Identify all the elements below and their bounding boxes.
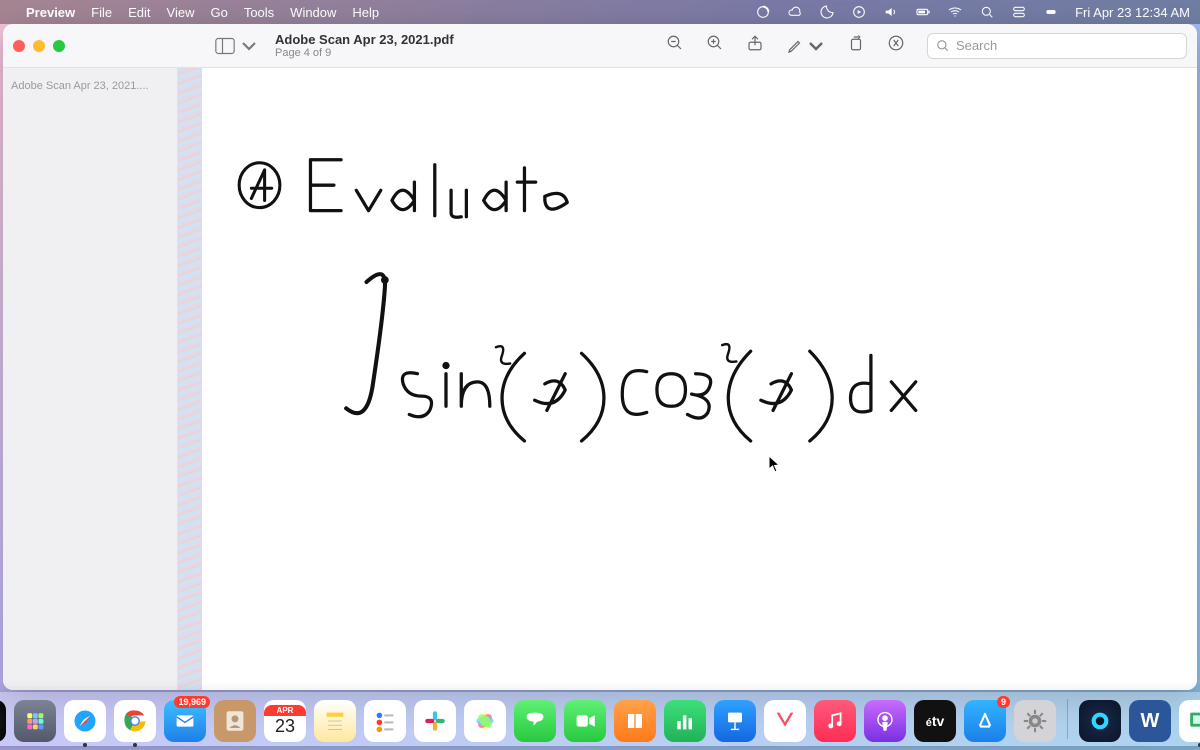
mouse-cursor [768, 455, 782, 473]
zoom-in-button[interactable] [706, 34, 724, 57]
dock-siri[interactable] [0, 700, 6, 742]
handwritten-content [178, 68, 1197, 690]
spotlight-icon[interactable] [979, 4, 995, 20]
dock-appstore[interactable]: 9 [964, 700, 1006, 742]
appstore-badge: 9 [997, 696, 1010, 708]
markup-button[interactable] [786, 37, 825, 55]
menu-help[interactable]: Help [352, 5, 379, 20]
volume-icon[interactable] [883, 4, 899, 20]
page-thumbnail[interactable]: Adobe Scan Apr 23, 2021.... [11, 80, 169, 92]
dock-recent-1[interactable] [1079, 700, 1121, 742]
dock-messages[interactable] [514, 700, 556, 742]
cloud-status-icon[interactable] [787, 4, 803, 20]
dock-reminders[interactable] [364, 700, 406, 742]
dock-mail[interactable]: 19,969 [164, 700, 206, 742]
zoom-button[interactable] [53, 40, 65, 52]
sidebar-view-button[interactable] [215, 37, 259, 55]
dock-contacts[interactable] [214, 700, 256, 742]
loading-status-icon[interactable] [755, 4, 771, 20]
menu-file[interactable]: File [91, 5, 112, 20]
search-placeholder: Search [956, 38, 997, 53]
chevron-down-icon [239, 37, 259, 55]
dock-slack[interactable] [414, 700, 456, 742]
dock-calendar[interactable]: APR 23 [264, 700, 306, 742]
document-title-group: Adobe Scan Apr 23, 2021.pdf Page 4 of 9 [275, 32, 454, 59]
mail-badge: 19,969 [174, 696, 210, 708]
window-toolbar: Adobe Scan Apr 23, 2021.pdf Page 4 of 9 … [3, 24, 1197, 68]
dock-separator [1067, 699, 1068, 739]
dock-ibooks[interactable] [614, 700, 656, 742]
system-menubar: Preview File Edit View Go Tools Window H… [0, 0, 1200, 24]
menu-window[interactable]: Window [290, 5, 336, 20]
dock-tv[interactable]: étv [914, 700, 956, 742]
menu-edit[interactable]: Edit [128, 5, 150, 20]
preview-window: Adobe Scan Apr 23, 2021.pdf Page 4 of 9 … [3, 24, 1197, 690]
window-controls [13, 40, 65, 52]
document-title: Adobe Scan Apr 23, 2021.pdf [275, 32, 454, 47]
app-menu[interactable]: Preview [26, 5, 75, 20]
dock-news[interactable] [764, 700, 806, 742]
dock-preview-app[interactable] [1179, 700, 1200, 742]
calendar-month: APR [264, 705, 306, 716]
word-label: W [1141, 710, 1160, 733]
control-center-icon[interactable] [1011, 4, 1027, 20]
rotate-button[interactable] [847, 34, 865, 57]
dock-word[interactable]: W [1129, 700, 1171, 742]
toolbar-search[interactable]: Search [927, 33, 1187, 59]
dock-photos[interactable] [464, 700, 506, 742]
menu-tools[interactable]: Tools [244, 5, 274, 20]
dock-notes[interactable] [314, 700, 356, 742]
dock-launchpad[interactable] [14, 700, 56, 742]
wifi-icon[interactable] [947, 4, 963, 20]
tv-label: étv [926, 713, 945, 729]
thumbnail-label: Adobe Scan Apr 23, 2021.... [11, 80, 169, 92]
share-button[interactable] [746, 34, 764, 57]
chevron-down-icon [807, 37, 825, 55]
menubar-clock[interactable]: Fri Apr 23 12:34 AM [1075, 5, 1190, 20]
calendar-day: 23 [275, 716, 295, 737]
document-page[interactable] [178, 68, 1197, 690]
dock-podcasts[interactable] [864, 700, 906, 742]
search-icon [936, 39, 950, 53]
highlight-button[interactable] [887, 34, 905, 57]
minimize-button[interactable] [33, 40, 45, 52]
menu-view[interactable]: View [167, 5, 195, 20]
do-not-disturb-icon[interactable] [819, 4, 835, 20]
thumbnail-sidebar: Adobe Scan Apr 23, 2021.... [3, 68, 178, 690]
battery-icon[interactable] [915, 4, 931, 20]
amphetamine-icon[interactable] [1043, 4, 1059, 20]
dock-settings[interactable] [1014, 700, 1056, 742]
sidebar-icon [215, 37, 235, 55]
dock: 19,969 APR 23 [0, 692, 1200, 746]
zoom-out-button[interactable] [666, 34, 684, 57]
dock-numbers[interactable] [664, 700, 706, 742]
menu-go[interactable]: Go [210, 5, 227, 20]
dock-facetime[interactable] [564, 700, 606, 742]
now-playing-icon[interactable] [851, 4, 867, 20]
dock-music[interactable] [814, 700, 856, 742]
dock-keynote[interactable] [714, 700, 756, 742]
page-indicator: Page 4 of 9 [275, 47, 454, 59]
close-button[interactable] [13, 40, 25, 52]
dock-safari[interactable] [64, 700, 106, 742]
dock-chrome[interactable] [114, 700, 156, 742]
